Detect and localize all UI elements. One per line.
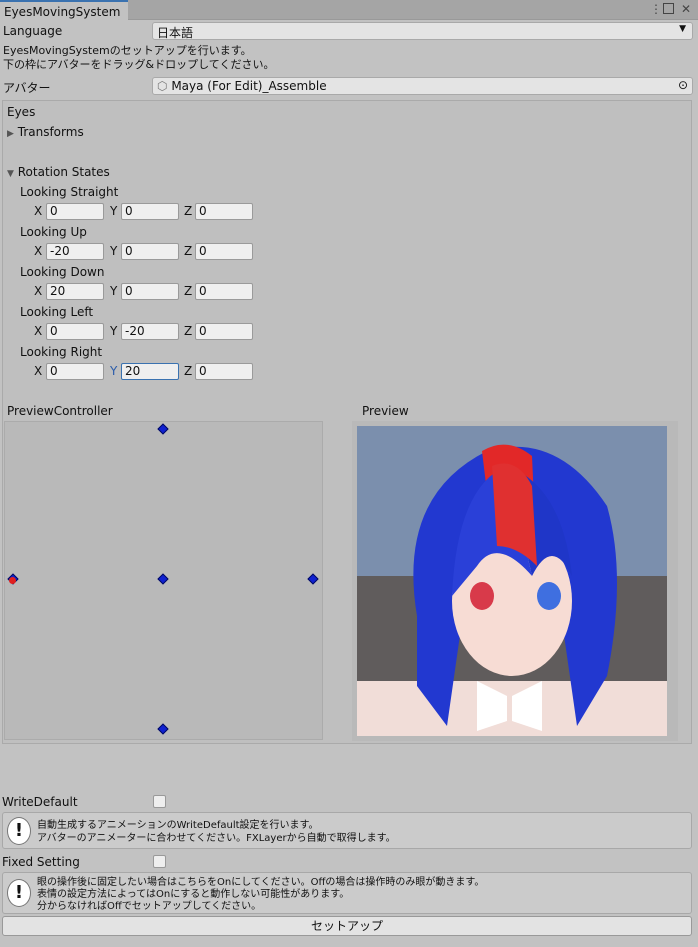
fixed-setting-label: Fixed Setting [2,855,80,869]
rotation-z-field[interactable]: 0 [195,283,253,300]
transforms-label: Transforms [17,125,84,139]
triangle-right-icon: ▶ [7,129,14,139]
axis-z-label: Z [184,204,193,218]
rotation-x-field[interactable]: 20 [46,283,104,300]
rotation-states-label: Rotation States [17,165,110,179]
state-label: Looking Up [20,225,87,239]
avatar-value: Maya (For Edit)_Assemble [171,79,327,93]
write-default-help: ! 自動生成するアニメーションのWriteDefault設定を行います。 アバタ… [2,812,692,849]
rotation-states-foldout[interactable]: ▼ Rotation States [7,165,110,179]
close-icon[interactable]: ✕ [681,2,691,16]
rotation-y-field[interactable]: 20 [121,363,179,380]
rotation-y-field[interactable]: -20 [121,323,179,340]
rotation-z-field[interactable]: 0 [195,323,253,340]
axis-x-label: X [34,364,43,378]
window-tab[interactable]: EyesMovingSystem [0,0,128,21]
preview-controller-label: PreviewController [7,404,113,418]
current-position-dot[interactable] [9,577,16,584]
axis-x-label: X [34,244,43,258]
avatar-label: アバター [3,81,51,95]
language-dropdown[interactable]: 日本語 ▼ [152,22,693,40]
warning-icon: ! [7,817,31,845]
write-default-label: WriteDefault [2,795,78,809]
intro-line-2: 下の枠にアバターをドラッグ&ドロップしてください。 [3,58,275,71]
rotation-y-field[interactable]: 0 [121,283,179,300]
axis-y-label: Y [110,324,118,338]
eyes-title: Eyes [7,105,36,119]
maximize-icon[interactable] [663,3,674,14]
fixed-setting-help: ! 眼の操作後に固定したい場合はこちらをOnにしてください。Offの場合は操作時… [2,872,692,914]
avatar-object-field[interactable]: ⬡ Maya (For Edit)_Assemble ⊙ [152,77,693,95]
avatar-preview-image [357,426,667,736]
write-default-checkbox[interactable] [153,795,166,808]
chevron-down-icon: ▼ [679,24,686,34]
help-line: 分からなければOffでセットアップしてください。 [37,901,262,912]
object-picker-icon[interactable]: ⊙ [678,78,688,92]
axis-y-label: Y [110,364,118,378]
intro-line-1: EyesMovingSystemのセットアップを行います。 [3,44,252,57]
axis-z-label: Z [184,364,193,378]
language-label: Language [3,24,63,38]
preview-label: Preview [362,404,409,418]
axis-z-label: Z [184,284,193,298]
prefab-icon: ⬡ [157,79,168,93]
axis-x-label: X [34,204,43,218]
setup-button[interactable]: セットアップ [2,916,692,936]
state-label: Looking Left [20,305,94,319]
rotation-z-field[interactable]: 0 [195,203,253,220]
help-line: 自動生成するアニメーションのWriteDefault設定を行います。 [37,820,319,831]
state-label: Looking Down [20,265,105,279]
rotation-x-field[interactable]: -20 [46,243,104,260]
more-menu-icon[interactable]: ⋮ [650,2,662,16]
triangle-down-icon: ▼ [7,169,14,179]
axis-y-label: Y [110,204,118,218]
warning-icon: ! [7,879,31,907]
language-value: 日本語 [157,26,194,40]
state-label: Looking Right [20,345,103,359]
axis-y-label: Y [110,244,118,258]
rotation-x-field[interactable]: 0 [46,203,104,220]
rotation-z-field[interactable]: 0 [195,243,253,260]
rotation-x-field[interactable]: 0 [46,323,104,340]
rotation-y-field[interactable]: 0 [121,203,179,220]
transforms-foldout[interactable]: ▶ Transforms [7,125,84,139]
state-label: Looking Straight [20,185,119,199]
help-line: アバターのアニメーターに合わせてください。FXLayerから自動で取得します。 [37,833,396,844]
axis-y-label: Y [110,284,118,298]
axis-x-label: X [34,324,43,338]
axis-x-label: X [34,284,43,298]
axis-z-label: Z [184,324,193,338]
rotation-x-field[interactable]: 0 [46,363,104,380]
rotation-y-field[interactable]: 0 [121,243,179,260]
axis-z-label: Z [184,244,193,258]
rotation-z-field[interactable]: 0 [195,363,253,380]
fixed-setting-checkbox[interactable] [153,855,166,868]
